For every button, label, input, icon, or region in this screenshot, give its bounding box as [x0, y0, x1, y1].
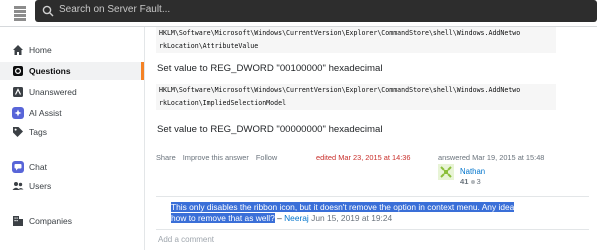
search-bar[interactable]: Search on Server Fault... [35, 0, 597, 22]
avatar[interactable] [438, 164, 454, 180]
bronze-badge-icon [471, 179, 476, 184]
comment-author-link[interactable]: Neeraj [284, 213, 309, 223]
site-logo-icon[interactable] [13, 5, 27, 22]
sidebar-item-label: Home [29, 45, 52, 55]
ai-assist-icon [12, 107, 24, 119]
code-line: HKLM\Software\Microsoft\Windows\CurrentV… [159, 29, 521, 37]
reputation-score: 41 [460, 177, 469, 186]
user-reputation: 41 3 [460, 177, 481, 186]
code-line: HKLM\Software\Microsoft\Windows\CurrentV… [159, 86, 521, 94]
user-name-link[interactable]: Nathan [460, 167, 485, 176]
sidebar-item-label: Users [29, 181, 52, 191]
code-line: rkLocation\AttributeValue [159, 42, 259, 50]
edited-link[interactable]: edited Mar 23, 2015 at 14:36 [316, 153, 411, 162]
code-block: HKLM\Software\Microsoft\Windows\CurrentV… [156, 84, 556, 110]
answer-paragraph: Set value to REG_DWORD "00100000" hexade… [157, 63, 383, 74]
answer-paragraph: Set value to REG_DWORD "00000000" hexade… [157, 124, 383, 135]
sidebar-item-ai-assist[interactable]: AI Assist [0, 104, 144, 122]
tag-icon [13, 127, 23, 137]
comment: This only disables the ribbon icon, but … [156, 196, 589, 230]
post-menu: Share Improve this answer Follow [156, 153, 284, 162]
search-input[interactable]: Search on Server Fault... [59, 4, 170, 15]
sidebar-item-label: Companies [29, 216, 72, 226]
comment-body: This only disables the ribbon icon, but … [171, 202, 531, 224]
add-comment-link[interactable]: Add a comment [158, 235, 214, 244]
home-icon [13, 45, 23, 55]
follow-link[interactable]: Follow [256, 153, 277, 162]
improve-answer-link[interactable]: Improve this answer [183, 153, 249, 162]
questions-icon [13, 66, 23, 76]
sidebar-item-questions[interactable]: Questions [0, 62, 144, 80]
chat-icon [12, 161, 24, 173]
answered-timestamp: answered Mar 19, 2015 at 15:48 [438, 153, 545, 162]
sidebar-item-tags[interactable]: Tags [0, 123, 144, 141]
sidebar-item-users[interactable]: Users [0, 177, 144, 195]
sidebar-item-home[interactable]: Home [0, 41, 144, 59]
share-link[interactable]: Share [156, 153, 176, 162]
sidebar-item-label: Unanswered [29, 87, 77, 97]
code-line: rkLocation\ImpliedSelectionModel [159, 99, 287, 107]
comment-date-link[interactable]: Jun 15, 2019 at 19:24 [311, 213, 392, 223]
unanswered-icon [13, 87, 23, 97]
sidebar-item-label: Questions [29, 66, 71, 76]
top-bar: Search on Server Fault... [0, 0, 597, 27]
sidebar-item-companies[interactable]: Companies [0, 212, 144, 230]
answer-post: HKLM\Software\Microsoft\Windows\CurrentV… [146, 27, 597, 250]
comment-separator: – [274, 213, 285, 223]
sidebar-item-label: AI Assist [29, 108, 62, 118]
companies-icon [13, 216, 23, 226]
sidebar-item-unanswered[interactable]: Unanswered [0, 83, 144, 101]
left-sidebar: Home Questions Unanswered AI Assist Tags… [0, 27, 145, 250]
users-icon [12, 182, 24, 190]
sidebar-item-chat[interactable]: Chat [0, 158, 144, 176]
bronze-badge-count: 3 [476, 177, 481, 186]
sidebar-item-label: Chat [29, 162, 47, 172]
sidebar-item-label: Tags [29, 127, 47, 137]
search-icon [42, 5, 54, 17]
code-block: HKLM\Software\Microsoft\Windows\CurrentV… [156, 27, 556, 53]
